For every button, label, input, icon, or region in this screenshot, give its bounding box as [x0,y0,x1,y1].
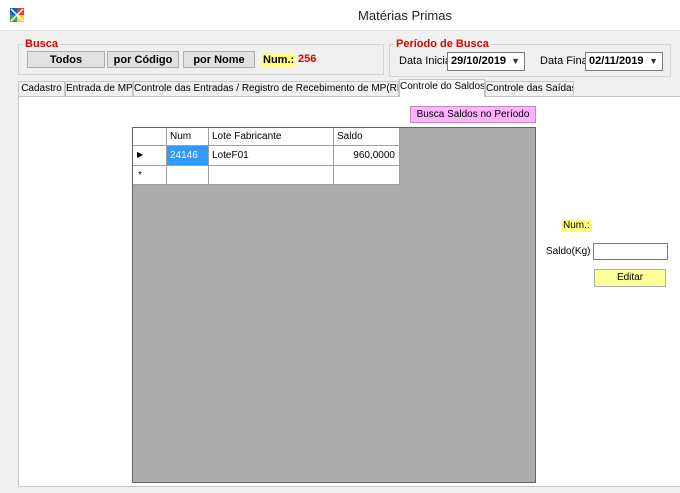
busca-legend: Busca [25,38,59,50]
edit-num-label: Num.: [561,219,592,232]
new-row-icon: * [138,170,142,181]
todos-button[interactable]: Todos [27,51,105,68]
data-final-picker[interactable]: 02/11/2019 ▼ [585,52,663,71]
cell-saldo[interactable]: 960,0000 [334,146,400,166]
tab-entrada-de-mp[interactable]: Entrada de MP [65,81,133,96]
row-header-corner [133,128,167,146]
num-value: 256 [298,53,317,65]
data-final-value: 02/11/2019 [589,55,644,67]
chevron-down-icon[interactable]: ▼ [649,53,658,70]
data-final-label: Data Final [540,55,591,67]
new-row-cell-saldo[interactable] [334,166,400,185]
row-header-new[interactable]: * [133,166,167,185]
por-nome-button[interactable]: por Nome [183,51,255,68]
column-header-num[interactable]: Num [167,128,209,146]
new-row-cell-lote[interactable] [209,166,334,185]
data-inicial-value: 29/10/2019 [451,55,507,67]
current-row-icon: ▶ [137,150,144,159]
table-row[interactable]: 24146 LoteF01 960,0000 [167,146,400,166]
saldos-grid[interactable]: Num Lote Fabricante Saldo ▶ 24146 LoteF0… [132,127,536,483]
busca-saldos-button[interactable]: Busca Saldos no Período [410,106,536,123]
data-inicial-label: Data Inicial [399,55,454,67]
column-header-lote-fabricante[interactable]: Lote Fabricante [209,128,334,146]
new-row-cell-num[interactable] [167,166,209,185]
editar-button[interactable]: Editar [594,269,666,287]
chevron-down-icon[interactable]: ▼ [511,53,520,70]
periodo-legend: Período de Busca [396,38,489,50]
data-inicial-picker[interactable]: 29/10/2019 ▼ [447,52,525,71]
window-title: Matérias Primas [358,8,452,23]
row-header-current[interactable]: ▶ [133,146,167,166]
saldo-kg-label: Saldo(Kg) [546,246,591,257]
cell-lote[interactable]: LoteF01 [209,146,334,166]
cell-num[interactable]: 24146 [167,146,209,166]
por-codigo-button[interactable]: por Código [107,51,179,68]
title-bar: Matérias Primas [0,0,680,31]
tab-controle-das-saidas[interactable]: Controle das Saídas [485,81,574,96]
column-header-saldo[interactable]: Saldo [334,128,400,146]
tab-cadastro[interactable]: Cadastro [18,81,65,96]
saldo-kg-input[interactable] [593,243,668,260]
num-label: Num.: [261,53,297,67]
tab-controle-das-entradas[interactable]: Controle das Entradas / Registro de Rece… [133,81,399,96]
tab-controle-do-saldos[interactable]: Controle do Saldos [399,79,485,97]
